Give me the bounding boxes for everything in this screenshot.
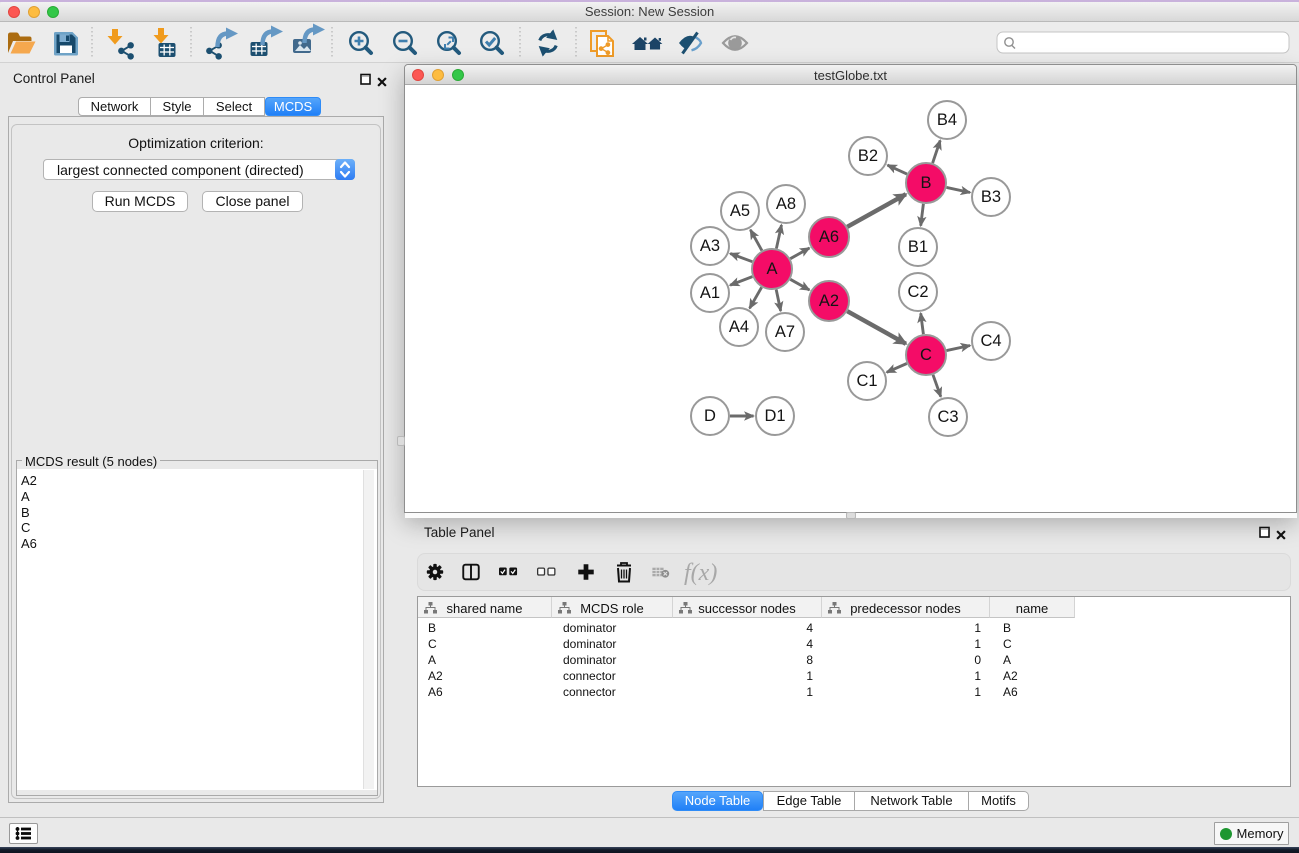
svg-text:A7: A7 [775,323,795,341]
svg-text:C1: C1 [856,372,877,390]
svg-text:A1: A1 [700,284,720,302]
svg-text:B1: B1 [908,238,928,256]
svg-text:B3: B3 [981,188,1001,206]
svg-text:A6: A6 [819,228,839,246]
svg-text:C4: C4 [980,332,1001,350]
svg-text:C3: C3 [937,408,958,426]
svg-text:B2: B2 [858,147,878,165]
svg-text:D: D [704,407,716,425]
svg-text:B4: B4 [937,111,957,129]
svg-text:A2: A2 [819,292,839,310]
svg-text:A: A [766,260,777,278]
svg-text:f(x): f(x) [684,560,717,586]
svg-text:C2: C2 [907,283,928,301]
svg-text:D1: D1 [764,407,785,425]
svg-text:A4: A4 [729,318,749,336]
svg-text:B: B [920,174,931,192]
svg-text:A3: A3 [700,237,720,255]
svg-text:C: C [920,346,932,364]
svg-text:A8: A8 [776,195,796,213]
svg-text:A5: A5 [730,202,750,220]
